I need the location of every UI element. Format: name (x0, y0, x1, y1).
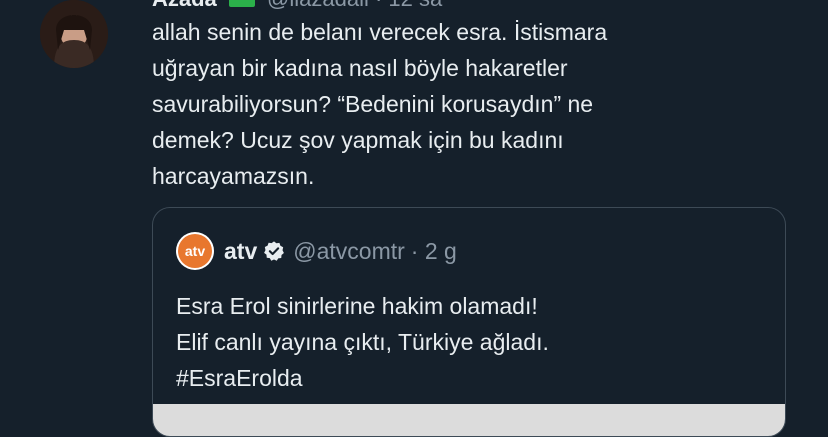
quoted-text-line: Esra Erol sinirlerine hakim olamadı! (176, 293, 538, 319)
tweet-text-line: uğrayan bir kadına nasıl böyle hakaretle… (152, 55, 568, 81)
atv-logo-icon: atv (178, 234, 212, 268)
verified-badge-icon (263, 240, 285, 262)
quoted-tweet-card[interactable]: atv atv @atvcomtr · 2 g Esra Erol sinirl… (152, 207, 786, 437)
quoted-author-handle[interactable]: @atvcomtr (293, 238, 405, 265)
avatar[interactable] (40, 0, 108, 68)
tweet-text-line: allah senin de belanı verecek esra. İsti… (152, 19, 608, 45)
flag-icon (228, 0, 255, 8)
quoted-author-avatar[interactable]: atv (176, 232, 214, 270)
tweet-text: allah senin de belanı verecek esra. İsti… (152, 14, 772, 194)
author-name[interactable]: Azada (152, 0, 217, 11)
tweet-text-line: demek? Ucuz şov yapmak için bu kadını (152, 127, 564, 153)
quoted-tweet-time[interactable]: · 2 g (411, 238, 457, 265)
quoted-tweet-header: atv atv @atvcomtr · 2 g (176, 232, 457, 270)
avatar-photo (40, 0, 108, 68)
quoted-tweet-text: Esra Erol sinirlerine hakim olamadı! Eli… (176, 288, 549, 396)
quoted-tweet-media[interactable] (153, 404, 785, 436)
quoted-author-name[interactable]: atv (224, 238, 257, 265)
quoted-text-line: Elif canlı yayına çıktı, Türkiye ağladı. (176, 329, 549, 355)
author-handle[interactable]: @liazadali · 12 sa (267, 0, 442, 11)
quoted-hashtag[interactable]: #EsraErolda (176, 360, 549, 396)
tweet-text-line: harcayamazsın. (152, 163, 315, 189)
tweet-text-line: savurabiliyorsun? “Bedenini korusaydın” … (152, 91, 594, 117)
tweet-header: Azada @liazadali · 12 sa (152, 0, 442, 12)
